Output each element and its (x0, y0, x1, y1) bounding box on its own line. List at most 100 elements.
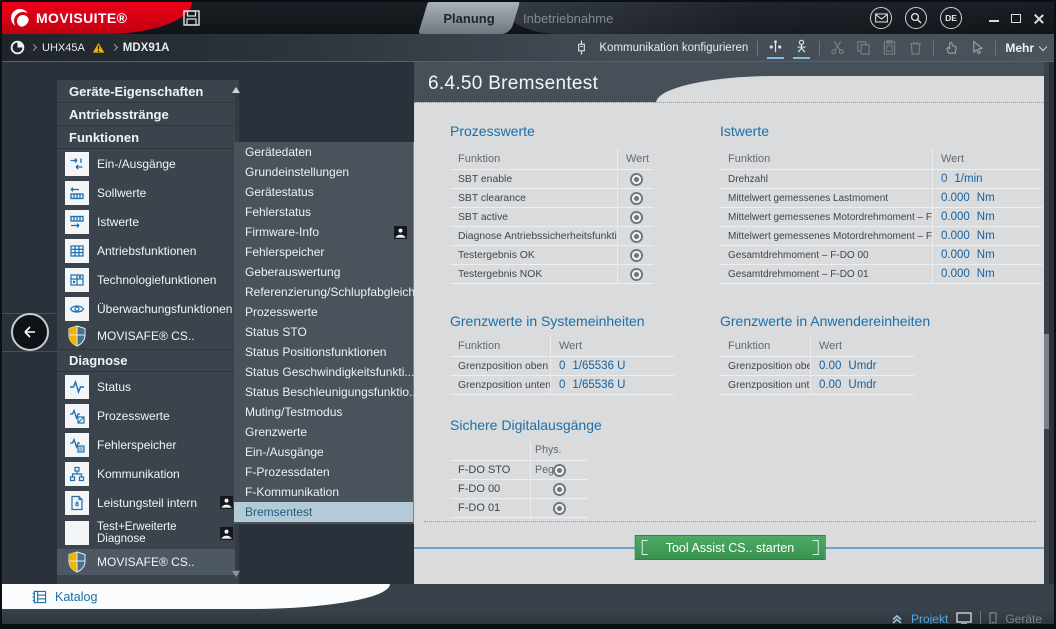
language-button[interactable]: DE (940, 7, 962, 29)
table-row-label: Testergebnis NOK (450, 264, 617, 283)
message-icon[interactable] (870, 7, 892, 29)
sidebar-item-ein-ausgaenge[interactable]: Ein-/Ausgänge (57, 149, 239, 178)
sidebar-section-diagnose[interactable]: Diagnose (57, 349, 239, 372)
submenu-item-geraetestatus[interactable]: Gerätestatus (234, 182, 413, 202)
select-cursor-icon[interactable] (969, 40, 986, 57)
submenu-item-fehlerstatus[interactable]: Fehlerstatus (234, 202, 413, 222)
sidebar-item-movisafe-funktionen[interactable]: MOVISAFE® CS.. (57, 323, 239, 349)
search-icon[interactable] (905, 7, 927, 29)
submenu-item-label: Referenzierung/Schlupfabgleich (245, 282, 415, 302)
more-button[interactable]: Mehr (1005, 41, 1046, 55)
sidebar-item-label: Prozesswerte (97, 409, 170, 423)
error-memory-icon (65, 433, 89, 457)
save-icon[interactable] (183, 10, 200, 26)
katalog-bar: Katalog (2, 584, 1054, 609)
io-icon (65, 152, 89, 176)
paste-icon[interactable] (881, 40, 898, 57)
minimize-icon[interactable] (989, 20, 999, 22)
table-row-label: F-DO STO (450, 460, 530, 479)
breadcrumb-device-mdx91a[interactable]: MDX91A (123, 42, 170, 54)
user-mode-icon[interactable] (793, 38, 810, 59)
submenu-item-label: Muting/Testmodus (245, 402, 342, 422)
submenu-item-label: Gerätestatus (245, 182, 314, 202)
scroll-down-icon[interactable] (232, 571, 240, 581)
grenzwerte-system-table: Funktion Wert Grenzposition oben 01/6553… (450, 336, 674, 395)
submenu-item-bremsentest[interactable]: Bremsentest (234, 502, 413, 522)
status-led-icon (630, 230, 643, 243)
warning-icon (91, 41, 106, 54)
table-row-label: Gesamtdrehmoment – F-DO 00 (720, 245, 932, 264)
sidebar-item-antriebsfunktionen[interactable]: Antriebsfunktionen (57, 236, 239, 265)
table-row-value (530, 479, 588, 498)
submenu-item-geberauswertung[interactable]: Geberauswertung (234, 262, 413, 282)
sidebar-item-status[interactable]: Status (57, 372, 239, 401)
sidebar-item-sollwerte[interactable]: Sollwerte (57, 178, 239, 207)
breadcrumb-device-uhx45a[interactable]: UHX45A (42, 42, 85, 54)
sidebar-item-movisafe-diagnose[interactable]: MOVISAFE® CS.. (57, 549, 239, 575)
pan-hand-icon[interactable] (943, 40, 960, 57)
scrollbar-thumb[interactable] (1044, 334, 1049, 429)
submenu-item-prozesswerte[interactable]: Prozesswerte (234, 302, 413, 322)
sidebar-item-technologiefunktionen[interactable]: Technologiefunktionen (57, 265, 239, 294)
katalog-label: Katalog (55, 590, 97, 604)
sidebar-item-prozesswerte[interactable]: Prozesswerte (57, 401, 239, 430)
configure-communication-icon[interactable] (573, 40, 590, 57)
sidebar-item-label: Technologiefunktionen (97, 273, 216, 287)
submenu-item-grenzwerte[interactable]: Grenzwerte (234, 422, 413, 442)
catalog-icon (32, 590, 47, 604)
project-root-icon[interactable] (10, 40, 25, 55)
submenu-item-label: Grenzwerte (245, 422, 307, 442)
scroll-up-icon[interactable] (232, 83, 240, 93)
submenu-item-f-kommunikation[interactable]: F-Kommunikation (234, 482, 413, 502)
sidebar-item-antriebsstraenge[interactable]: Antriebsstränge (57, 103, 239, 126)
katalog-tab[interactable]: Katalog (2, 584, 390, 609)
submenu-item-label: Geberauswertung (245, 262, 340, 282)
axis-tool-icon[interactable] (767, 38, 784, 59)
submenu-item-label: Status Beschleunigungsfunktio... (245, 382, 419, 402)
chevron-down-icon (1039, 42, 1047, 50)
submenu-item-status-sto[interactable]: Status STO (234, 322, 413, 342)
tab-inbetriebnahme[interactable]: Inbetriebnahme (523, 2, 613, 34)
maximize-icon[interactable] (1011, 14, 1021, 23)
table-row-value: 01/65536 U (550, 356, 674, 375)
sidebar-item-test-erweiterte-diagnose[interactable]: Test+Erweiterte Diagnose (57, 517, 239, 549)
submenu-item-firmware-info[interactable]: Firmware-Info (234, 222, 413, 242)
content-scrollbar[interactable] (1044, 62, 1049, 584)
copy-icon[interactable] (855, 40, 872, 57)
submenu-item-fehlerspeicher[interactable]: Fehlerspeicher (234, 242, 413, 262)
setpoints-icon (65, 181, 89, 205)
sidebar-item-leistungsteil-intern[interactable]: Leistungsteil intern (57, 488, 239, 517)
submenu-item-status-beschleunigungsfunktionen[interactable]: Status Beschleunigungsfunktio... (234, 382, 413, 402)
close-icon[interactable] (1033, 13, 1044, 24)
submenu-item-grundeinstellungen[interactable]: Grundeinstellungen (234, 162, 413, 182)
sidebar-item-istwerte[interactable]: Istwerte (57, 207, 239, 236)
sidebar-item-label: Istwerte (97, 215, 139, 229)
sidebar-item-ueberwachungsfunktionen[interactable]: Überwachungsfunktionen (57, 294, 239, 323)
submenu-item-status-positionsfunktionen[interactable]: Status Positionsfunktionen (234, 342, 413, 362)
istwerte-title: Istwerte (720, 123, 769, 139)
submenu-item-referenzierung[interactable]: Referenzierung/Schlupfabgleich (234, 282, 413, 302)
sidebar-item-geraete-eigenschaften[interactable]: Geräte-Eigenschaften (57, 80, 239, 103)
configure-communication-button[interactable]: Kommunikation konfigurieren (599, 42, 748, 54)
breadcrumb-separator-icon (111, 44, 118, 51)
submenu-item-muting-testmodus[interactable]: Muting/Testmodus (234, 402, 413, 422)
cut-icon[interactable] (829, 40, 846, 57)
sidebar-item-fehlerspeicher[interactable]: Fehlerspeicher (57, 430, 239, 459)
status-led-icon (630, 268, 643, 281)
submenu-item-geraetedaten[interactable]: Gerätedaten (234, 142, 413, 162)
status-waveform-icon (65, 375, 89, 399)
delete-icon[interactable] (907, 40, 924, 57)
submenu-item-f-prozessdaten[interactable]: F-Prozessdaten (234, 462, 413, 482)
sidebar-item-kommunikation[interactable]: Kommunikation (57, 459, 239, 488)
status-led-icon (630, 192, 643, 205)
sidebar-section-funktionen[interactable]: Funktionen (57, 126, 239, 149)
expand-panel-icon[interactable] (891, 613, 903, 625)
tab-planung[interactable]: Planung (418, 2, 520, 34)
submenu-item-ein-ausgaenge[interactable]: Ein-/Ausgänge (234, 442, 413, 462)
toolbar-actions: Kommunikation konfigurieren (573, 34, 1046, 62)
movisafe-submenu: Gerätedaten Grundeinstellungen Gerätesta… (234, 142, 414, 524)
submenu-item-status-geschwindigkeitsfunktionen[interactable]: Status Geschwindigkeitsfunkti... (234, 362, 413, 382)
tool-assist-start-button[interactable]: Tool Assist CS.. starten (635, 535, 826, 560)
collapse-panel-button[interactable] (11, 313, 49, 351)
table-row-value: 01/min (932, 169, 1042, 188)
